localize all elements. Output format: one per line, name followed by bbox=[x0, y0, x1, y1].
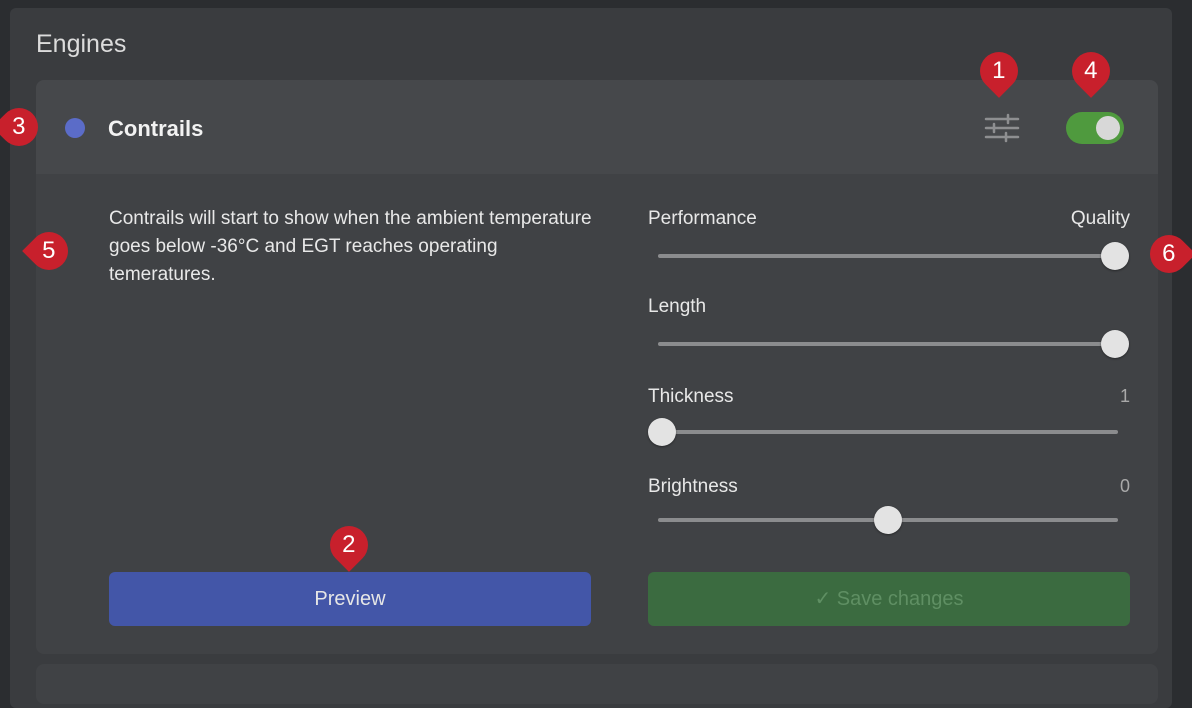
slider-label-quality: Quality bbox=[1070, 208, 1130, 229]
card-header: Contrails bbox=[36, 80, 1158, 174]
brightness-value: 0 bbox=[1119, 476, 1130, 496]
length-slider-track[interactable] bbox=[658, 342, 1118, 346]
card-description: Contrails will start to show when the am… bbox=[109, 208, 592, 285]
thickness-value: 1 bbox=[1119, 386, 1130, 406]
section-title: Engines bbox=[36, 30, 127, 58]
card-title: Contrails bbox=[108, 116, 204, 141]
contrails-toggle[interactable] bbox=[1066, 112, 1124, 144]
brightness-slider-thumb[interactable] bbox=[874, 506, 902, 534]
slider-label-thickness: Thickness bbox=[648, 386, 734, 407]
save-changes-button[interactable]: ✓ Save changes bbox=[648, 572, 1130, 626]
preview-button[interactable]: Preview bbox=[109, 572, 591, 626]
quality-slider-thumb[interactable] bbox=[1101, 242, 1129, 270]
slider-label-performance: Performance bbox=[648, 208, 757, 229]
contrails-card: Contrails Contrails will start to show w… bbox=[36, 80, 1158, 654]
thickness-slider-thumb[interactable] bbox=[648, 418, 676, 446]
length-slider-thumb[interactable] bbox=[1101, 330, 1129, 358]
sliders-icon[interactable] bbox=[982, 110, 1022, 146]
thickness-slider-track[interactable] bbox=[658, 430, 1118, 434]
toggle-knob[interactable] bbox=[1096, 116, 1120, 140]
slider-label-brightness: Brightness bbox=[648, 476, 738, 497]
slider-label-length: Length bbox=[648, 296, 707, 317]
next-card bbox=[36, 664, 1158, 704]
quality-slider-track[interactable] bbox=[658, 254, 1118, 258]
status-dot bbox=[65, 118, 85, 138]
